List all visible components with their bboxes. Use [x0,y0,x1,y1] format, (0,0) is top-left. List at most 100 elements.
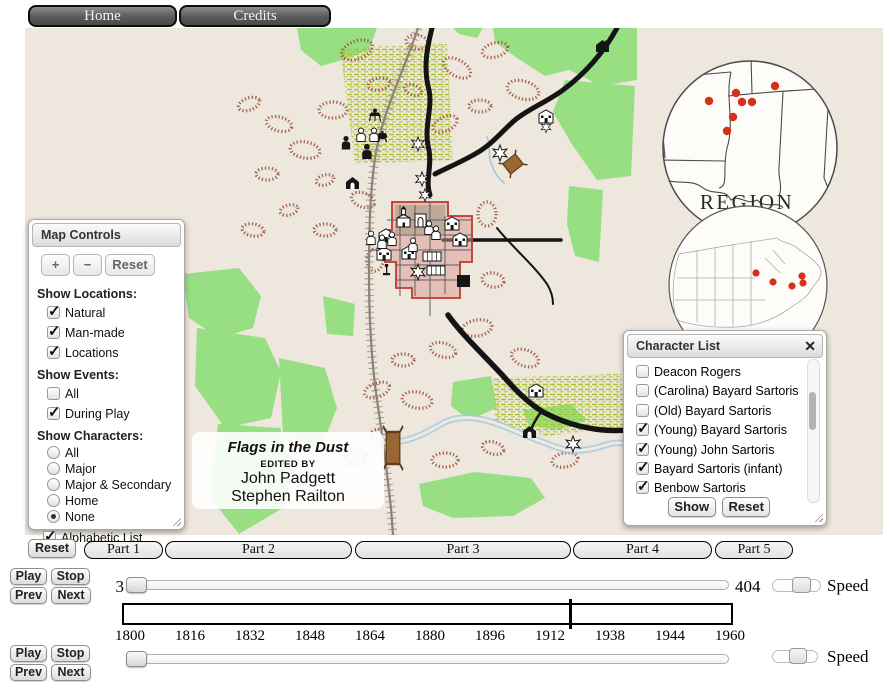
label-characters-major: Major [65,462,96,476]
play-button[interactable]: Play [10,568,47,585]
checkbox-character-4[interactable] [636,443,649,456]
tab-home[interactable]: Home [28,5,177,27]
label-man-made: Man-made [65,326,125,340]
app-window: Home Credits [0,0,883,682]
arch-building-icon [415,214,426,227]
speed-label-2: Speed [827,647,869,667]
speed-slider-2-thumb[interactable] [789,648,807,664]
year-label: 1832 [218,628,282,645]
character-list-panel: Character List✕ Deacon Rogers (Carolina)… [623,330,827,526]
character-label: Bayard Sartoris (infant) [654,462,783,476]
checkbox-character-3[interactable] [636,423,649,436]
label-characters-major-secondary: Major & Secondary [65,478,171,492]
radio-characters-all[interactable] [47,446,60,459]
part-3-tab[interactable]: Part 3 [355,541,571,559]
radio-characters-major-secondary[interactable] [47,478,60,491]
book-title: Flags in the Dust [192,432,384,456]
checkbox-natural[interactable] [47,306,60,319]
event-slider-min-label: 3 [104,577,124,597]
year-label: 1896 [458,628,522,645]
year-label: 1864 [338,628,402,645]
part-4-tab[interactable]: Part 4 [573,541,712,559]
checkbox-man-made[interactable] [47,326,60,339]
character-row: Bayard Sartoris (infant) [624,460,826,479]
person-icon [357,128,365,142]
checkbox-locations[interactable] [47,346,60,359]
character-row: Deacon Rogers [624,363,826,382]
part-2-tab[interactable]: Part 2 [165,541,352,559]
character-list-scrollbar[interactable] [807,359,820,503]
playback-reset-button[interactable]: Reset [28,539,76,558]
year-slider[interactable] [126,654,729,664]
stop-button-2[interactable]: Stop [51,645,90,662]
person-icon [367,231,375,245]
storefront-row-icon [427,266,445,275]
depot-icon [457,275,470,287]
event-slider-max-label: 404 [735,577,761,597]
checkbox-during-play[interactable] [47,407,60,420]
label-during-play: During Play [65,407,130,421]
map-controls-panel: Map Controls + − Reset Show Locations: N… [28,219,185,530]
checkbox-character-6[interactable] [636,481,649,494]
timeline-marker[interactable] [569,599,572,629]
character-list-title: Character List [636,339,720,353]
label-characters-all: All [65,446,79,460]
person-icon [409,238,417,252]
label-all-events: All [65,387,79,401]
map-title-box: Flags in the Dust EDITED BY John Padgett… [192,432,384,509]
timeline-bar[interactable] [122,603,733,625]
checkbox-character-5[interactable] [636,462,649,475]
close-icon[interactable]: ✕ [804,338,816,355]
radio-characters-home[interactable] [47,494,60,507]
zoom-in-button[interactable]: + [41,254,70,276]
person-icon [432,226,440,240]
play-button-2[interactable]: Play [10,645,47,662]
editor-name: Stephen Railton [192,488,384,506]
map-controls-header[interactable]: Map Controls [32,223,181,247]
label-characters-none: None [65,510,95,524]
scrollbar-thumb[interactable] [809,392,816,430]
year-label: 1938 [578,628,642,645]
label-characters-home: Home [65,494,98,508]
character-list-header[interactable]: Character List ✕ [627,334,823,358]
character-label: (Young) Bayard Sartoris [654,423,787,437]
part-1-tab[interactable]: Part 1 [84,541,163,559]
event-slider-thumb[interactable] [126,577,147,593]
character-row: (Old) Bayard Sartoris [624,402,826,421]
year-label: 1912 [518,628,582,645]
checkbox-character-0[interactable] [636,365,649,378]
radio-characters-major[interactable] [47,462,60,475]
year-label: 1848 [278,628,342,645]
railroad-bridge-icon [383,426,403,470]
map-reset-button[interactable]: Reset [105,254,155,276]
year-slider-thumb[interactable] [126,651,147,667]
person-icon [388,232,396,246]
year-label: 1816 [158,628,222,645]
checkbox-all-events[interactable] [47,387,60,400]
character-reset-button[interactable]: Reset [722,497,770,517]
speed-label-1: Speed [827,576,869,596]
stop-button[interactable]: Stop [51,568,90,585]
year-label: 1880 [398,628,462,645]
next-button[interactable]: Next [51,587,91,604]
character-row: Benbow Sartoris [624,479,826,498]
prev-button-2[interactable]: Prev [10,664,47,681]
zoom-out-button[interactable]: − [73,254,102,276]
character-label: Benbow Sartoris [654,481,746,495]
event-slider[interactable] [126,580,729,590]
character-label: Deacon Rogers [654,365,741,379]
prev-button[interactable]: Prev [10,587,47,604]
next-button-2[interactable]: Next [51,664,91,681]
label-natural: Natural [65,306,105,320]
person-icon [378,235,386,249]
speed-slider-1-thumb[interactable] [792,577,811,593]
tab-credits[interactable]: Credits [179,5,331,27]
part-5-tab[interactable]: Part 5 [715,541,793,559]
editor-name: John Padgett [192,470,384,488]
show-characters-label: Show Characters: [37,429,176,443]
character-row: (Young) Bayard Sartoris [624,421,826,440]
checkbox-character-1[interactable] [636,384,649,397]
radio-characters-none[interactable] [47,510,60,523]
checkbox-character-2[interactable] [636,404,649,417]
character-show-button[interactable]: Show [668,497,716,517]
